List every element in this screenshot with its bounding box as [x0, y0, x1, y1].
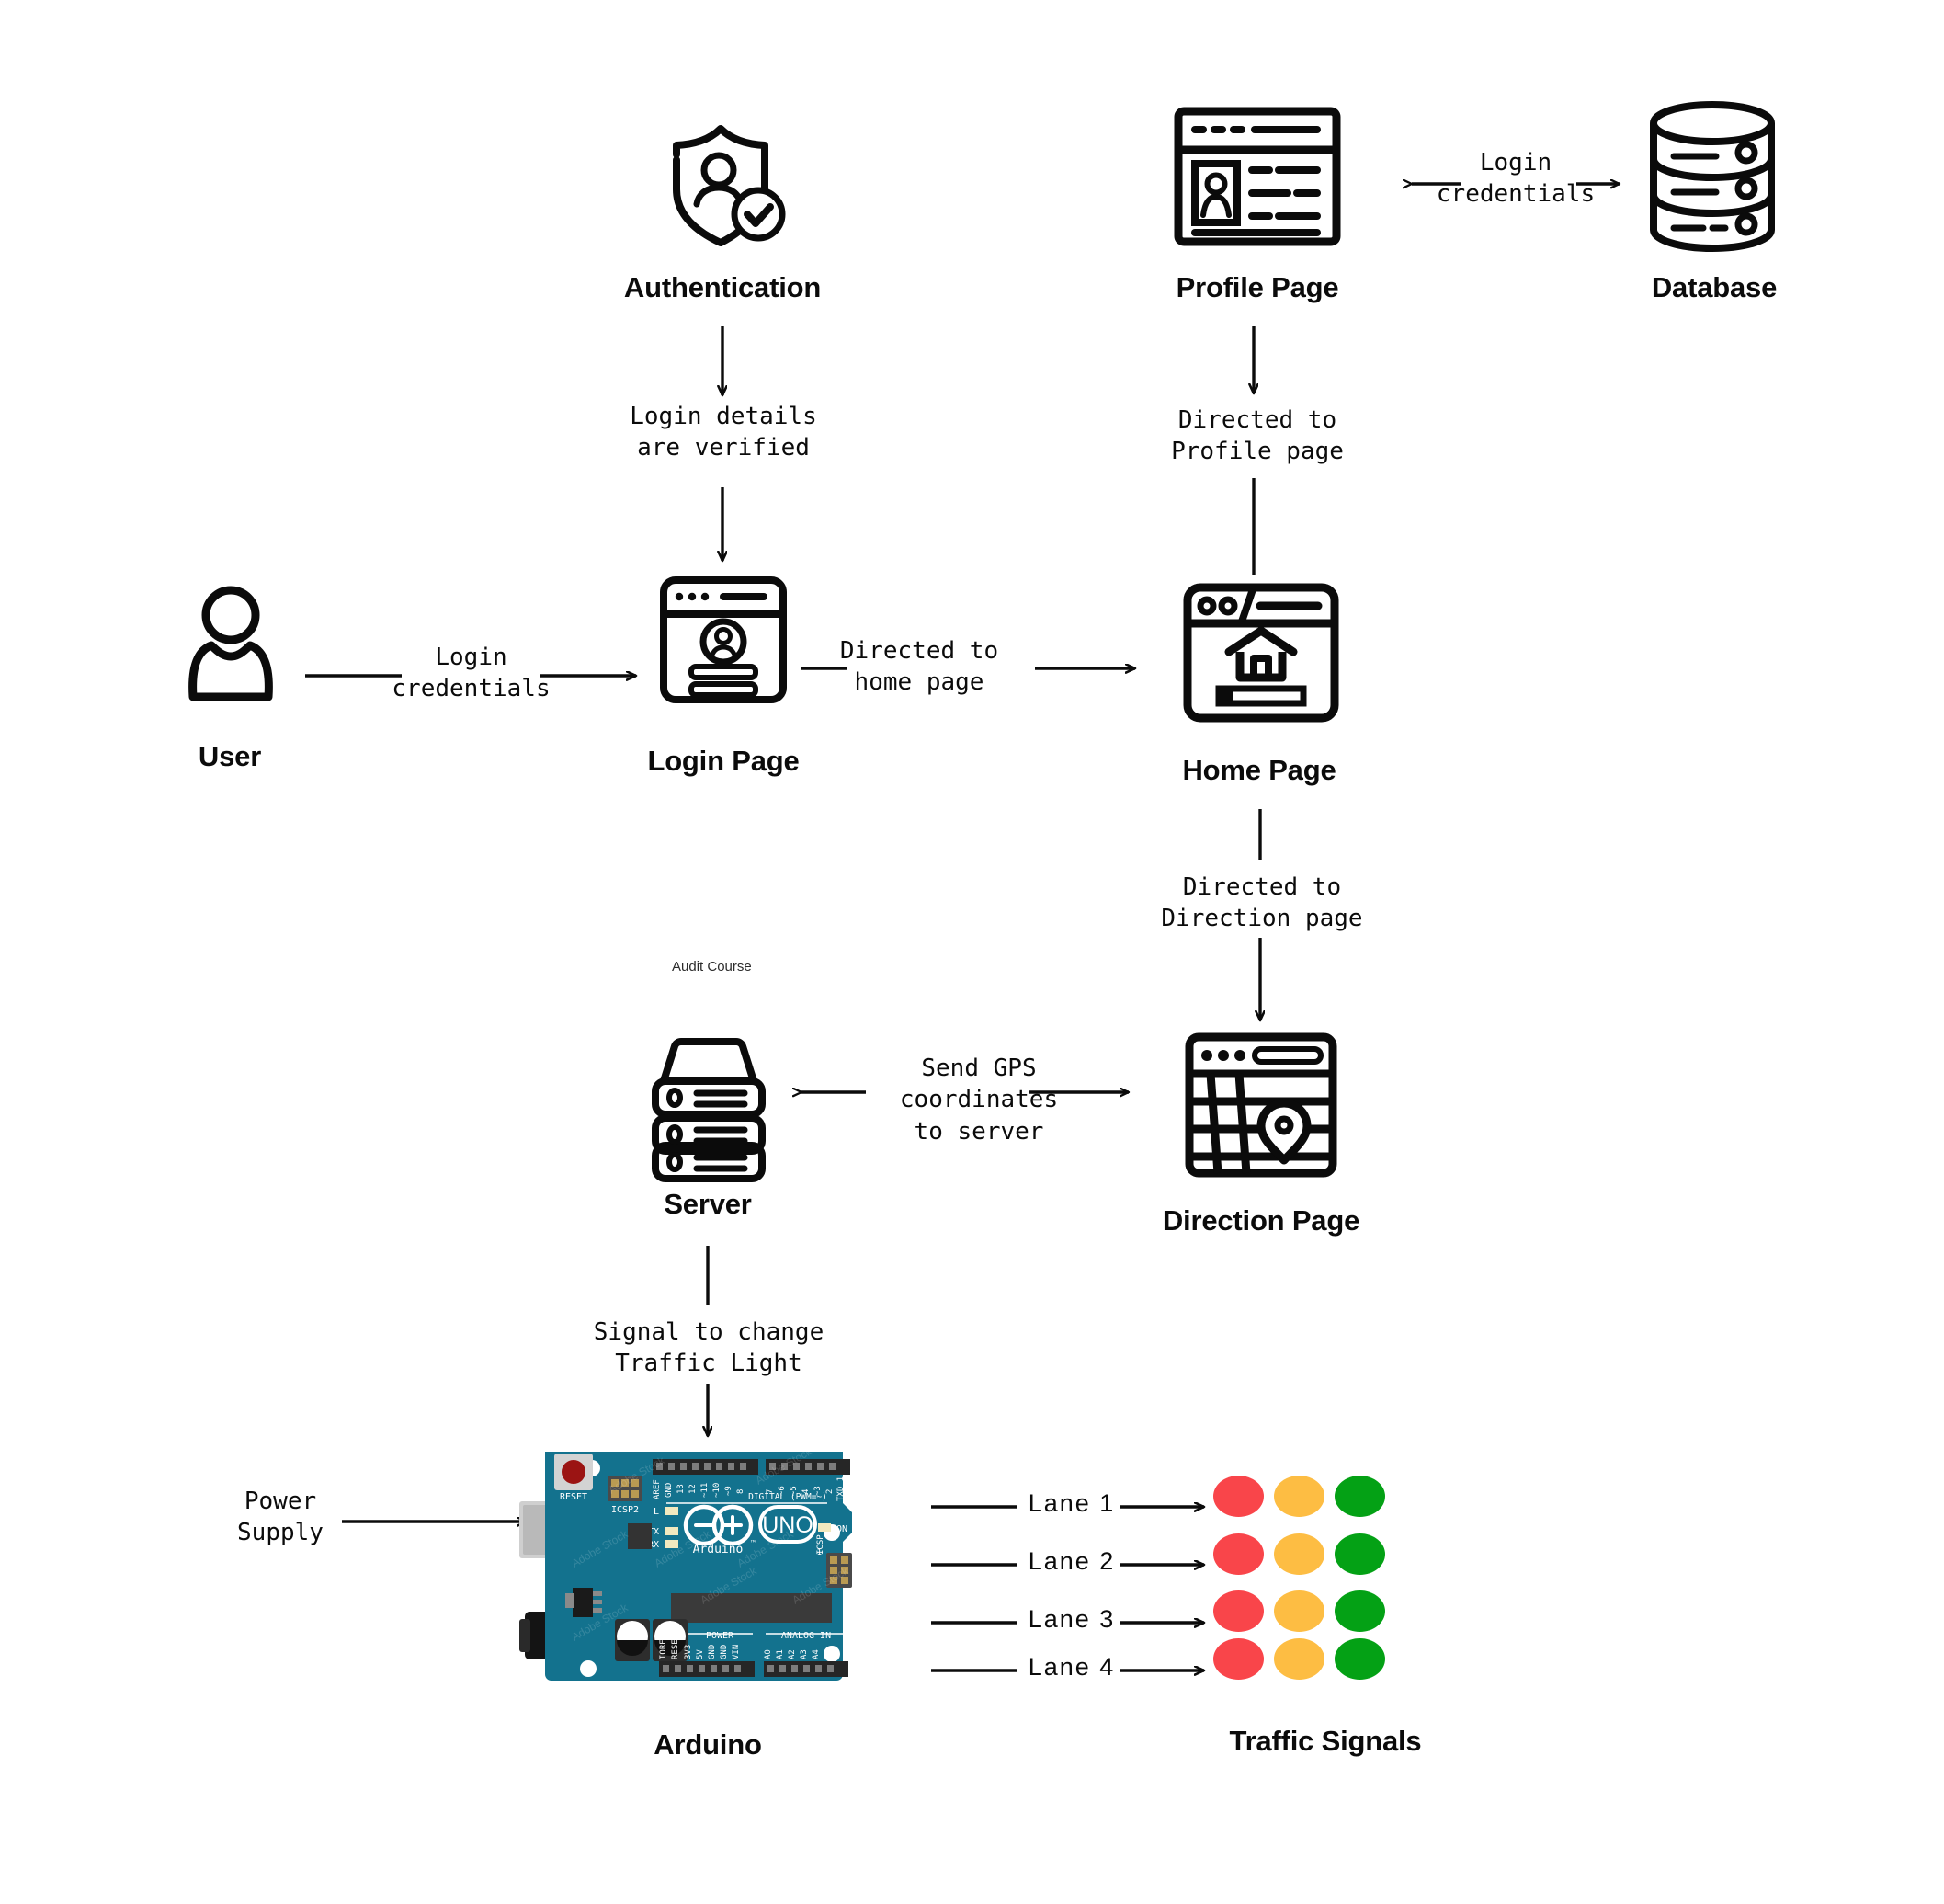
svg-text:L: L	[654, 1507, 659, 1517]
svg-text:GND: GND	[708, 1645, 717, 1659]
node-label-profile-page: Profile Page	[1176, 271, 1339, 303]
audit-course-watermark: Audit Course	[672, 959, 752, 975]
edge-label-user-login: Login credentials	[392, 644, 551, 703]
lane-label-4: Lane 4	[1028, 1653, 1116, 1681]
signal-red-lane2	[1213, 1533, 1264, 1575]
svg-text:IOREF: IOREF	[659, 1635, 668, 1659]
signal-red-lane1	[1213, 1476, 1264, 1517]
node-label-traffic-signals: Traffic Signals	[1229, 1725, 1422, 1757]
svg-text:A0: A0	[764, 1649, 773, 1659]
signal-amber-lane2	[1274, 1533, 1324, 1575]
edge-label-home-direction: Directed to Direction page	[1161, 873, 1363, 933]
node-label-direction-page: Direction Page	[1162, 1204, 1360, 1237]
node-label-arduino: Arduino	[654, 1728, 762, 1761]
svg-text:ANALOG IN: ANALOG IN	[781, 1631, 831, 1641]
svg-text:RESET: RESET	[671, 1634, 680, 1659]
browser-home-icon	[1179, 579, 1343, 726]
svg-text:8: 8	[736, 1489, 745, 1494]
svg-text:™: ™	[750, 1539, 756, 1547]
svg-text:~9: ~9	[724, 1486, 733, 1496]
lane-label-1: Lane 1	[1028, 1489, 1116, 1517]
lane-label-3: Lane 3	[1028, 1605, 1116, 1633]
svg-text:GND: GND	[720, 1645, 729, 1659]
traffic-lights-grid	[1213, 1476, 1425, 1696]
browser-login-icon	[654, 570, 793, 710]
svg-text:DIGITAL (PWM=~): DIGITAL (PWM=~)	[748, 1492, 827, 1502]
node-label-server: Server	[664, 1188, 752, 1220]
edge-label-profile-db: Login credentials	[1436, 149, 1596, 209]
svg-text:ON: ON	[836, 1524, 847, 1534]
edge-label-direction-server: Send GPS coordinates to server	[899, 1055, 1059, 1146]
edge-label-home-profile: Directed to Profile page	[1171, 406, 1344, 466]
database-cylinder-icon	[1643, 99, 1782, 254]
node-label-database: Database	[1651, 271, 1778, 303]
signal-red-lane3	[1213, 1590, 1264, 1632]
browser-map-pin-icon	[1182, 1030, 1340, 1180]
svg-text:1: 1	[817, 1548, 822, 1557]
edge-label-login-home: Directed to home page	[839, 637, 999, 697]
edge-label-power-supply: Power Supply	[237, 1488, 324, 1547]
signal-amber-lane3	[1274, 1590, 1324, 1632]
svg-text:ICSP2: ICSP2	[611, 1505, 639, 1515]
svg-text:A3: A3	[800, 1649, 809, 1659]
svg-text:GND: GND	[665, 1483, 674, 1498]
edge-label-login-auth: Login details are verified	[630, 403, 817, 462]
signal-amber-lane4	[1274, 1638, 1324, 1680]
svg-text:5V: 5V	[696, 1649, 705, 1659]
signal-green-lane3	[1335, 1590, 1385, 1632]
svg-text:A2: A2	[788, 1649, 797, 1659]
svg-text:~11: ~11	[700, 1483, 710, 1498]
svg-text:RXD 0: RXD 0	[846, 1476, 855, 1501]
signal-amber-lane1	[1274, 1476, 1324, 1517]
svg-text:A1: A1	[776, 1649, 785, 1659]
svg-text:A5: A5	[824, 1649, 833, 1659]
arduino-uno-board: RESET ICSP2 AREF GND 13 12 ~11 ~10 ~9 8 …	[519, 1444, 878, 1692]
user-icon	[180, 585, 281, 702]
svg-text:3V3: 3V3	[684, 1645, 693, 1659]
signal-red-lane4	[1213, 1638, 1264, 1680]
node-label-user: User	[198, 740, 262, 772]
node-label-login-page: Login Page	[647, 745, 800, 777]
server-rack-icon	[643, 1037, 774, 1184]
browser-profile-icon	[1170, 103, 1345, 250]
svg-text:~10: ~10	[712, 1483, 722, 1498]
svg-text:A4: A4	[812, 1649, 821, 1659]
signal-green-lane4	[1335, 1638, 1385, 1680]
edge-label-server-arduino: Signal to change Traffic Light	[593, 1318, 824, 1378]
svg-text:TXD 1: TXD 1	[836, 1476, 846, 1501]
svg-text:AREF: AREF	[653, 1479, 662, 1499]
signal-green-lane2	[1335, 1533, 1385, 1575]
shield-user-check-icon	[654, 120, 792, 253]
diagram-canvas: User Authentication Login Page Profile P…	[0, 0, 1944, 1904]
svg-text:RESET: RESET	[560, 1492, 587, 1502]
node-label-home-page: Home Page	[1182, 754, 1336, 786]
svg-text:VIN: VIN	[732, 1645, 741, 1659]
node-label-authentication: Authentication	[623, 271, 822, 303]
signal-green-lane1	[1335, 1476, 1385, 1517]
svg-text:POWER: POWER	[706, 1631, 734, 1641]
svg-text:13: 13	[676, 1484, 686, 1494]
svg-text:12: 12	[688, 1484, 698, 1494]
lane-label-2: Lane 2	[1028, 1547, 1116, 1575]
